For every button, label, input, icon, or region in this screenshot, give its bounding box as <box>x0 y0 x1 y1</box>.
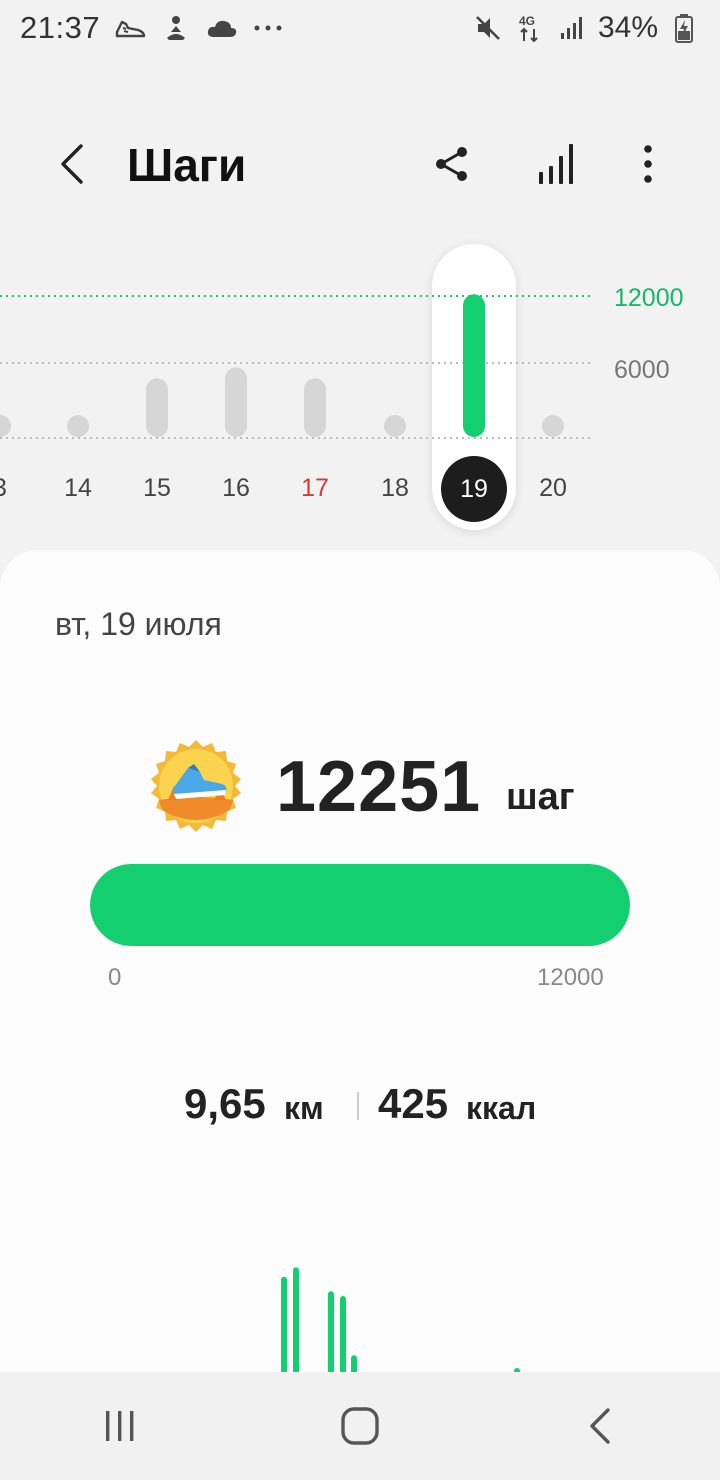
day-label[interactable]: 16 <box>206 474 266 503</box>
calories-value: 425 <box>378 1080 449 1127</box>
calories-unit: ккал <box>466 1090 537 1126</box>
day-label[interactable]: 15 <box>127 474 187 503</box>
app-bar: Шаги <box>0 120 720 210</box>
daily-detail-card: вт, 19 июля 12251 шаг 0 12000 9,65 км 42… <box>0 550 720 1380</box>
cloud-icon <box>206 13 238 43</box>
svg-text:4G: 4G <box>519 14 535 28</box>
day-bar-13[interactable] <box>0 415 11 437</box>
meditation-icon <box>160 13 192 43</box>
hourly-steps-chart <box>281 1267 520 1380</box>
day-bar-18[interactable] <box>384 415 406 437</box>
day-bar-15[interactable] <box>146 378 168 437</box>
more-dots-icon <box>252 13 284 43</box>
mid-line-label: 6000 <box>614 356 670 384</box>
day-bar-20[interactable] <box>542 415 564 437</box>
recent-apps-icon <box>106 1411 134 1441</box>
day-label[interactable]: 14 <box>48 474 108 503</box>
status-time: 21:37 <box>20 10 101 45</box>
weekly-bars <box>0 294 590 439</box>
day-label[interactable]: 3 <box>0 474 30 503</box>
mute-icon <box>472 13 504 43</box>
day-bar-17[interactable] <box>304 378 326 437</box>
back-nav-icon <box>590 1408 610 1444</box>
home-icon <box>341 1407 379 1445</box>
shoe-icon <box>114 13 146 43</box>
step-unit: шаг <box>506 776 575 818</box>
network-4g-icon: 4G <box>514 13 546 43</box>
step-count: 12251 <box>276 747 482 827</box>
signal-icon <box>556 13 588 43</box>
day-label[interactable]: 20 <box>523 474 583 503</box>
goal-progress-bar <box>90 864 630 946</box>
status-bar: 21:37 4G 34% <box>0 0 720 56</box>
trends-button[interactable] <box>528 136 584 192</box>
back-nav-button[interactable] <box>560 1386 640 1466</box>
share-icon <box>436 147 467 181</box>
navigation-bar <box>0 1372 720 1480</box>
recent-apps-button[interactable] <box>80 1386 160 1466</box>
hourly-bar <box>328 1291 334 1380</box>
share-button[interactable] <box>424 136 480 192</box>
selected-date: вт, 19 июля <box>55 606 222 642</box>
more-vert-icon <box>644 145 652 183</box>
hourly-bar <box>281 1276 287 1380</box>
back-arrow-icon <box>61 144 83 184</box>
bar-chart-icon <box>539 144 573 184</box>
day-bar-19[interactable] <box>463 294 485 437</box>
day-label[interactable]: 17 <box>285 474 345 503</box>
stats-row: 9,65 км 425 ккал <box>0 1076 720 1136</box>
goal-line-label: 12000 <box>614 284 684 312</box>
day-bar-16[interactable] <box>225 367 247 437</box>
hourly-bar <box>293 1267 299 1380</box>
back-button[interactable] <box>44 136 100 192</box>
weekly-steps-chart: 12000 6000 3 14 15 16 17 18 19 20 <box>0 240 720 540</box>
goal-progress-fill <box>90 864 630 946</box>
distance-unit: км <box>284 1090 324 1126</box>
day-label-selected[interactable]: 19 <box>441 456 507 522</box>
day-label[interactable]: 18 <box>365 474 425 503</box>
battery-percent: 34% <box>597 11 658 44</box>
battery-charging-icon <box>668 13 700 43</box>
running-shoe-medal-icon <box>151 740 241 832</box>
day-bar-14[interactable] <box>67 415 89 437</box>
distance-value: 9,65 <box>184 1080 266 1127</box>
stats-divider <box>357 1092 359 1120</box>
more-options-button[interactable] <box>620 136 676 192</box>
progress-max-label: 12000 <box>537 964 604 991</box>
progress-min-label: 0 <box>108 964 122 991</box>
page-title: Шаги <box>127 139 247 191</box>
home-button[interactable] <box>320 1386 400 1466</box>
hourly-bar <box>340 1296 346 1380</box>
